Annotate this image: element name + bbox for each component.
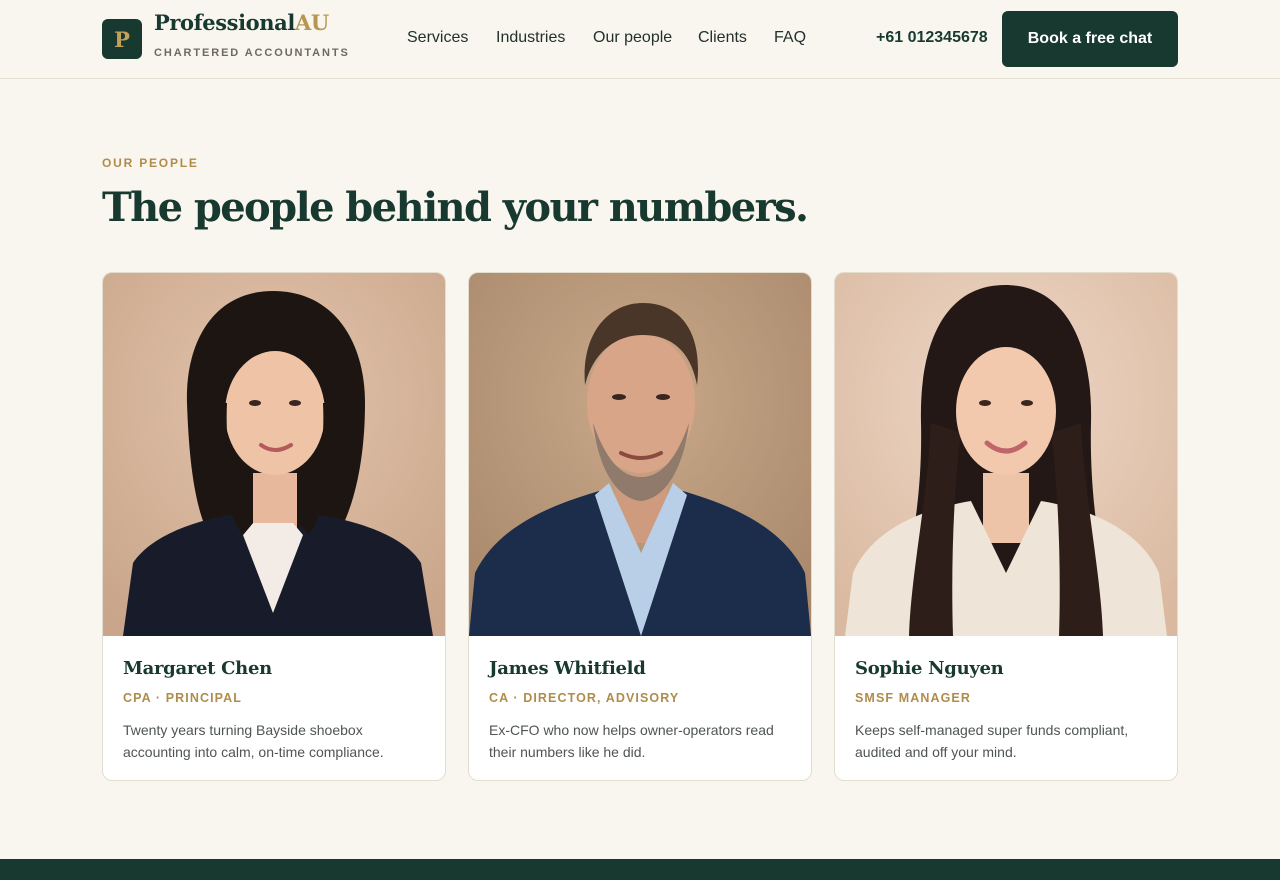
person-name: Margaret Chen	[123, 658, 272, 679]
person-photo	[103, 273, 445, 636]
section-eyebrow: OUR PEOPLE	[102, 156, 199, 170]
phone-link[interactable]: +61 012345678	[876, 29, 988, 47]
person-bio: Keeps self-managed super funds compliant…	[855, 722, 1129, 760]
section-title: The people behind your numbers.	[102, 184, 809, 231]
brand-name-primary: Professional	[154, 10, 295, 35]
brand-tagline: CHARTERED ACCOUNTANTS	[154, 47, 350, 59]
person-photo	[835, 273, 1177, 636]
person-name: Sophie Nguyen	[855, 658, 1004, 679]
nav-link-clients[interactable]: Clients	[698, 29, 747, 47]
nav-link-services[interactable]: Services	[407, 29, 468, 47]
book-chat-button[interactable]: Book a free chat	[1002, 11, 1178, 67]
site-header: P ProfessionalAU CHARTERED ACCOUNTANTS S…	[0, 0, 1280, 79]
footer-band	[0, 859, 1280, 880]
person-card-sophie-nguyen: Sophie Nguyen SMSF MANAGER Keeps self-ma…	[834, 272, 1178, 781]
person-name: James Whitfield	[489, 658, 646, 679]
person-bio: Ex-CFO who now helps owner-operators rea…	[489, 722, 774, 760]
person-card-margaret-chen: Margaret Chen CPA · PRINCIPAL Twenty yea…	[102, 272, 446, 781]
person-card-james-whitfield: James Whitfield CA · DIRECTOR, ADVISORY …	[468, 272, 812, 781]
person-role: CA · DIRECTOR, ADVISORY	[489, 691, 680, 705]
nav-link-faq[interactable]: FAQ	[774, 29, 806, 47]
person-bio: Twenty years turning Bayside shoebox acc…	[123, 722, 384, 760]
logo-mark[interactable]: P	[102, 19, 142, 59]
nav-link-industries[interactable]: Industries	[496, 29, 565, 47]
person-role: CPA · PRINCIPAL	[123, 691, 243, 705]
person-photo	[469, 273, 811, 636]
person-role: SMSF MANAGER	[855, 691, 971, 705]
brand-name[interactable]: ProfessionalAU	[154, 10, 329, 35]
brand-name-accent: AU	[294, 10, 329, 35]
nav-link-our-people[interactable]: Our people	[593, 29, 672, 47]
